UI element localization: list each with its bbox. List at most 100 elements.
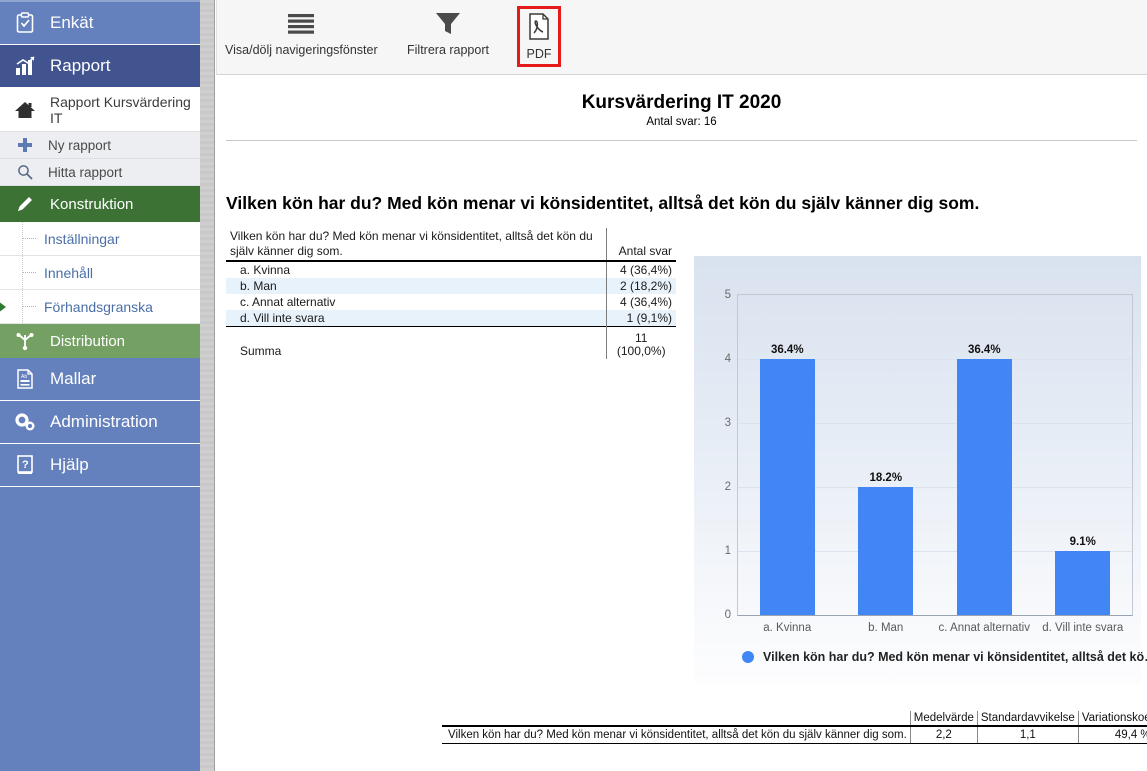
statistics-table-wrap: Medelvärde Standardavvikelse Variationsk… xyxy=(442,711,1147,744)
sidebar-item-label: Rapport Kursvärdering IT xyxy=(50,93,191,126)
search-icon xyxy=(12,164,38,180)
bar-chart: 0 1 2 3 4 5 36.4% a. Kvinna 18.2% b. Man 36.4% c. A… xyxy=(694,256,1147,684)
stats-header-blank xyxy=(442,711,911,727)
report-content: Visa/dölj navigeringsfönster Filtrera ra… xyxy=(216,0,1147,771)
sidebar-item-label: Hitta rapport xyxy=(48,164,123,180)
stats-value-variationskoefficient: 49,4 % xyxy=(1077,726,1147,744)
option-value: 2 (18,2%) xyxy=(605,278,676,294)
table-total-row: Summa 11 (100,0%) xyxy=(226,326,676,359)
total-percent: (100,0%) xyxy=(616,343,666,358)
stats-col-standardavvikelse: Standardavvikelse xyxy=(976,711,1079,727)
stats-row-label: Vilken kön har du? Med kön menar vi köns… xyxy=(442,726,911,744)
sidebar-item-hjalp[interactable]: ? Hjälp xyxy=(0,444,200,487)
table-row: b. Man 2 (18,2%) xyxy=(226,278,676,294)
stats-value-standardavvikelse: 1,1 xyxy=(976,726,1079,744)
report-toolbar: Visa/dölj navigeringsfönster Filtrera ra… xyxy=(216,0,1147,75)
sidebar-item-innehall[interactable]: Innehåll xyxy=(0,256,200,290)
x-axis-tick-label: a. Kvinna xyxy=(763,622,812,634)
filter-report-button[interactable]: Filtrera rapport xyxy=(407,7,489,57)
frequency-table-wrap: Vilken kön har du? Med kön menar vi köns… xyxy=(226,228,676,359)
sidebar-item-label: Ny rapport xyxy=(48,137,112,153)
sidebar-item-rapport[interactable]: Rapport xyxy=(0,45,200,88)
bar-data-label: 9.1% xyxy=(1069,536,1096,548)
table-row: a. Kvinna 4 (36,4%) xyxy=(226,261,676,278)
option-label: d. Vill inte svara xyxy=(240,311,325,325)
panel-divider xyxy=(200,0,215,771)
x-axis-tick-label: d. Vill inte svara xyxy=(1042,622,1124,634)
header-divider xyxy=(226,140,1137,141)
sidebar-item-label: Administration xyxy=(50,412,158,431)
tree-line xyxy=(22,256,23,289)
sidebar-item-ny-rapport[interactable]: Ny rapport xyxy=(0,132,200,159)
table-header-row: Vilken kön har du? Med kön menar vi köns… xyxy=(226,228,676,262)
sidebar-item-konstruktion[interactable]: Konstruktion xyxy=(0,186,200,222)
sidebar-item-mallar[interactable]: Ab Mallar xyxy=(0,358,200,401)
toggle-navigation-button[interactable]: Visa/dölj navigeringsfönster xyxy=(225,7,378,57)
chart-bar[interactable]: 36.4% c. Annat alternativ xyxy=(939,344,1030,634)
legend-label: Vilken kön har du? Med kön menar vi köns… xyxy=(763,650,1147,664)
legend-color-swatch xyxy=(742,651,754,663)
bar-chart-icon xyxy=(12,54,38,78)
sidebar: Enkät Rapport Rapport Kursvärdering IT N… xyxy=(0,0,200,771)
stats-header-row: Medelvärde Standardavvikelse Variationsk… xyxy=(442,711,1147,727)
stats-value-medelvarde: 2,2 xyxy=(909,726,978,744)
tree-branch xyxy=(22,238,36,239)
sidebar-item-hitta-rapport[interactable]: Hitta rapport xyxy=(0,159,200,186)
sidebar-item-label: Inställningar xyxy=(44,230,120,247)
y-axis-tick-label: 2 xyxy=(724,481,731,493)
toggle-navigation-label: Visa/dölj navigeringsfönster xyxy=(225,43,378,57)
x-axis-tick-label: b. Man xyxy=(868,622,904,634)
chart-bar[interactable]: 18.2% b. Man xyxy=(858,472,914,634)
sidebar-item-installningar[interactable]: Inställningar xyxy=(0,222,200,256)
selected-arrow-icon xyxy=(0,297,6,316)
option-label: a. Kvinna xyxy=(240,263,291,277)
chart-bar[interactable]: 36.4% a. Kvinna xyxy=(759,344,815,634)
stats-col-medelvarde: Medelvärde xyxy=(909,711,978,727)
sidebar-item-administration[interactable]: Administration xyxy=(0,401,200,444)
chart-legend: Vilken kön har du? Med kön menar vi köns… xyxy=(742,650,1147,664)
question-heading: Vilken kön har du? Med kön menar vi köns… xyxy=(226,193,980,213)
y-axis-tick-label: 5 xyxy=(724,289,731,301)
svg-text:Ab: Ab xyxy=(21,374,27,380)
column-header-question: Vilken kön har du? Med kön menar vi köns… xyxy=(226,228,606,262)
sidebar-item-enkat[interactable]: Enkät xyxy=(0,2,200,45)
column-header-count: Antal svar xyxy=(605,228,676,262)
report-header: Kursvärdering IT 2020 Antal svar: 16 xyxy=(216,75,1147,128)
statistics-table: Medelvärde Standardavvikelse Variationsk… xyxy=(442,711,1147,744)
report-response-count: Antal svar: 16 xyxy=(646,116,717,128)
stats-col-variationskoefficient: Variationskoefficient xyxy=(1077,711,1147,727)
sidebar-item-label: Hjälp xyxy=(50,455,89,474)
option-value: 4 (36,4%) xyxy=(605,294,676,310)
sidebar-item-label: Rapport xyxy=(50,56,111,75)
sidebar-item-forhandsgranska[interactable]: Förhandsgranska xyxy=(0,290,200,324)
x-axis-tick-label: c. Annat alternativ xyxy=(938,622,1030,634)
sidebar-item-label: Mallar xyxy=(50,369,97,388)
sidebar-item-label: Innehåll xyxy=(44,264,94,281)
pdf-export-button[interactable]: PDF xyxy=(517,6,561,67)
sidebar-item-label: Distribution xyxy=(50,332,126,350)
option-label: c. Annat alternativ xyxy=(240,295,336,309)
y-axis-tick-label: 3 xyxy=(724,417,731,429)
pdf-export-label: PDF xyxy=(526,47,552,61)
sidebar-item-rapport-kursvardering[interactable]: Rapport Kursvärdering IT xyxy=(0,88,200,132)
y-axis-tick-label: 4 xyxy=(724,353,731,365)
sidebar-item-distribution[interactable]: Distribution xyxy=(0,324,200,358)
svg-text:?: ? xyxy=(22,459,29,471)
sidebar-item-label: Konstruktion xyxy=(50,195,134,213)
tree-line xyxy=(22,290,23,323)
gears-icon xyxy=(12,410,38,434)
share-icon xyxy=(12,329,38,353)
total-label: Summa xyxy=(226,326,606,359)
frequency-table: Vilken kön har du? Med kön menar vi köns… xyxy=(226,228,676,359)
bar-data-label: 36.4% xyxy=(967,344,1001,356)
option-value: 4 (36,4%) xyxy=(605,261,676,278)
total-value: 11 (100,0%) xyxy=(605,326,676,359)
sidebar-item-label: Förhandsgranska xyxy=(44,298,153,315)
sidebar-item-label: Enkät xyxy=(50,13,94,32)
chart-bar[interactable]: 9.1% d. Vill inte svara xyxy=(1042,536,1123,634)
pdf-file-icon xyxy=(526,11,552,43)
report-title: Kursvärdering IT 2020 xyxy=(581,92,782,113)
y-axis-tick-label: 1 xyxy=(724,545,731,557)
tree-branch xyxy=(22,272,36,273)
table-row: d. Vill inte svara 1 (9,1%) xyxy=(226,310,676,327)
